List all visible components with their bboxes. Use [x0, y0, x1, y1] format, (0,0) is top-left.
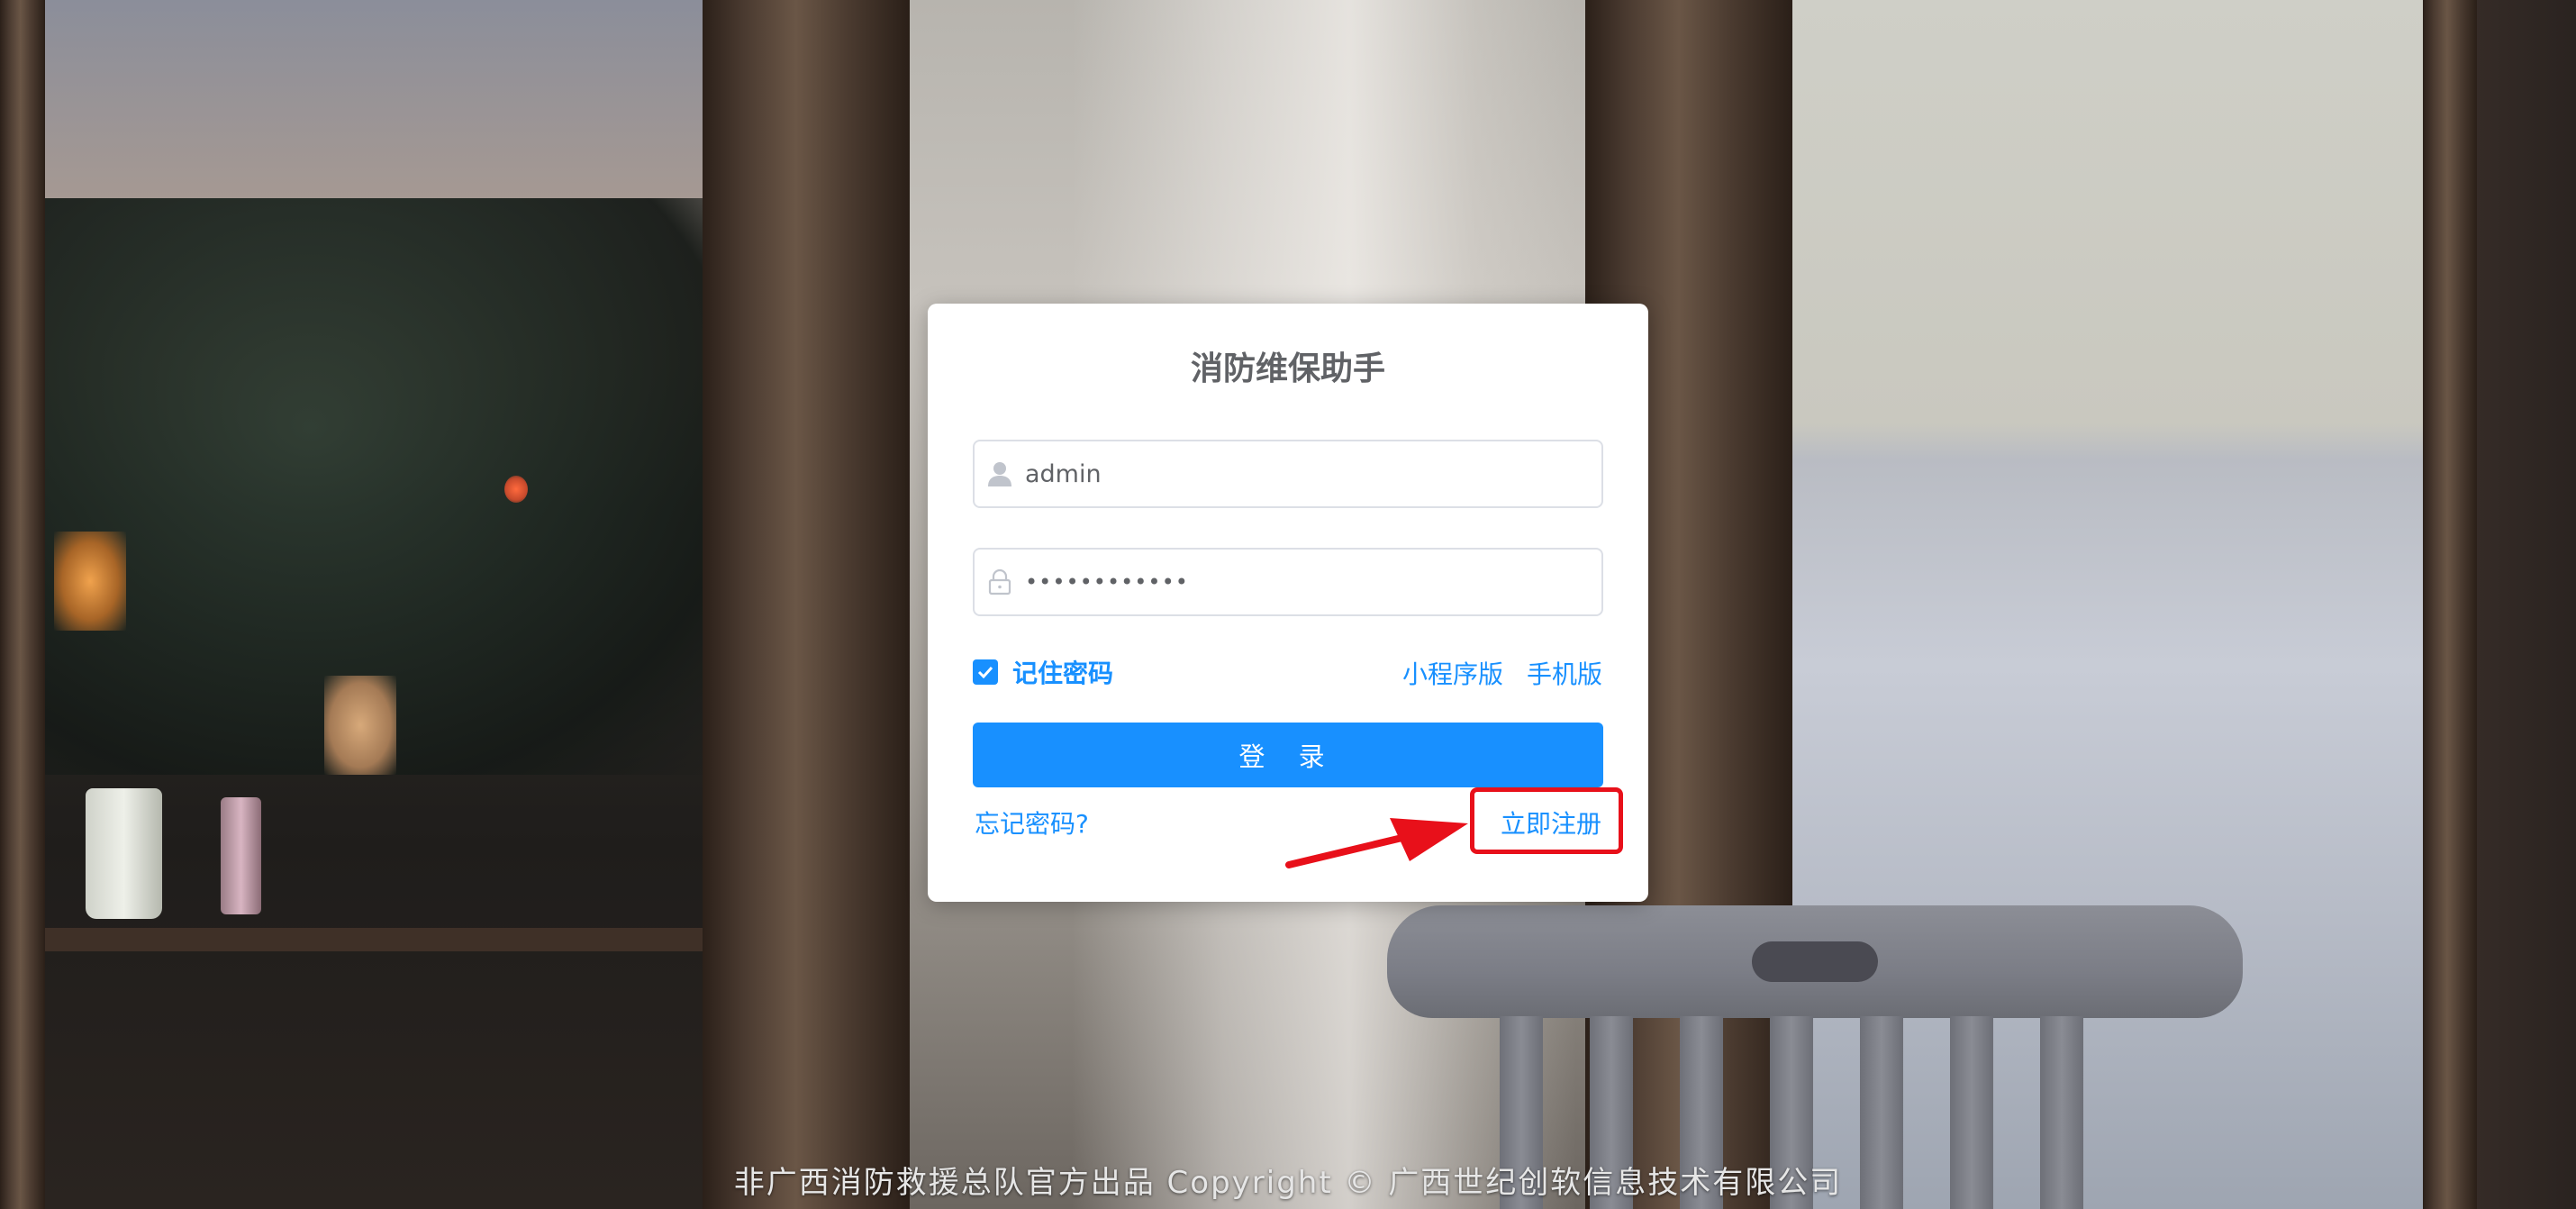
bg-chair-handle	[1752, 941, 1878, 982]
remember-label: 记住密码	[1012, 659, 1114, 688]
remember-password[interactable]: 记住密码	[973, 654, 1113, 690]
bg-post-center-left	[703, 0, 910, 1209]
lock-icon	[975, 550, 1025, 614]
bg-lamp-glow	[54, 532, 126, 631]
bg-post-right	[2423, 0, 2477, 1209]
footer-copyright: 非广西消防救援总队官方出品 Copyright © 广西世纪创软信息技术有限公司	[733, 1165, 1843, 1201]
user-icon	[975, 441, 1025, 506]
mobile-version-link[interactable]: 手机版	[1527, 655, 1602, 691]
bg-lamp	[324, 676, 396, 775]
password-field[interactable]: ••••••••••••	[973, 548, 1603, 616]
bg-post-left	[0, 0, 45, 1209]
register-link[interactable]: 立即注册	[1501, 804, 1601, 841]
bg-shelf	[36, 928, 703, 951]
login-button[interactable]: 登 录	[973, 723, 1603, 787]
mini-program-link[interactable]: 小程序版	[1402, 655, 1503, 691]
username-value: admin	[1025, 459, 1102, 488]
username-field[interactable]: admin	[973, 440, 1603, 508]
remember-checkbox[interactable]	[973, 659, 998, 685]
password-value: ••••••••••••	[1025, 569, 1189, 595]
bg-bottle	[221, 797, 261, 914]
page-title: 消防维保助手	[1190, 350, 1385, 387]
forgot-password-link[interactable]: 忘记密码?	[975, 804, 1089, 841]
bg-cup	[86, 788, 162, 919]
bg-red-light	[504, 476, 528, 503]
